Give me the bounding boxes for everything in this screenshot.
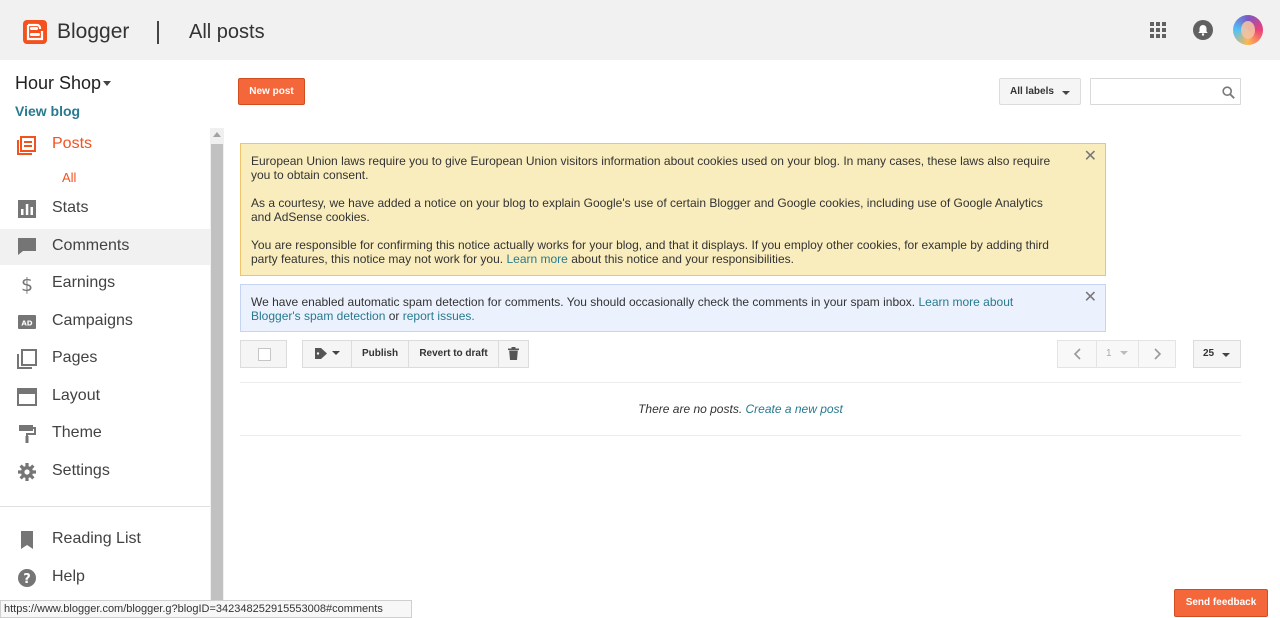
- gear-icon: [18, 463, 36, 481]
- sidebar-item-label: Layout: [52, 387, 101, 404]
- posts-icon: [17, 136, 36, 155]
- dollar-icon: $: [21, 274, 33, 294]
- search-field[interactable]: [1090, 78, 1241, 105]
- sidebar-item-label: Stats: [52, 199, 89, 216]
- chevron-down-icon: [332, 351, 340, 356]
- sidebar-item-campaigns[interactable]: AD Campaigns: [0, 304, 210, 340]
- empty-state: There are no posts. Create a new post: [240, 402, 1241, 416]
- stats-icon: [18, 200, 36, 218]
- comments-icon: [18, 238, 36, 255]
- cookie-notice-paragraph: European Union laws require you to give …: [251, 154, 1051, 182]
- top-bar: Blogger All posts: [0, 0, 1280, 60]
- sidebar-item-reading-list[interactable]: Reading List: [0, 522, 210, 558]
- cookie-notice-paragraph: You are responsible for confirming this …: [251, 238, 1065, 266]
- labels-filter-label: All labels: [1010, 86, 1054, 97]
- campaigns-icon: AD: [18, 315, 36, 329]
- cookie-learn-more-link[interactable]: Learn more: [506, 252, 567, 266]
- paint-roller-icon: [19, 425, 36, 443]
- sidebar-item-theme[interactable]: Theme: [0, 416, 210, 452]
- trash-icon: [508, 346, 519, 360]
- sidebar-item-help[interactable]: ? Help: [0, 560, 210, 596]
- sidebar-scrollbar-thumb[interactable]: [211, 144, 223, 618]
- view-blog-link[interactable]: View blog: [15, 103, 80, 119]
- new-post-button[interactable]: New post: [238, 78, 305, 105]
- posts-per-page-dropdown[interactable]: 25: [1193, 340, 1241, 368]
- chevron-down-icon: [1062, 91, 1070, 95]
- search-input[interactable]: [1095, 83, 1217, 101]
- sidebar-item-settings[interactable]: Settings: [0, 454, 210, 490]
- sidebar-item-posts[interactable]: Posts: [0, 127, 210, 163]
- page-title: All posts: [189, 21, 265, 43]
- pages-icon: [17, 349, 37, 369]
- header-divider: [157, 21, 159, 44]
- sidebar-item-earnings[interactable]: $ Earnings: [0, 266, 210, 302]
- report-issues-link[interactable]: report issues.: [403, 309, 475, 323]
- pagination: 1: [1057, 340, 1176, 368]
- layout-icon: [17, 388, 37, 406]
- sidebar-item-label: Earnings: [52, 274, 116, 291]
- sidebar-item-layout[interactable]: Layout: [0, 379, 210, 415]
- apps-grid-icon[interactable]: [1150, 22, 1166, 38]
- page-number: 1: [1106, 348, 1112, 359]
- svg-text:?: ?: [23, 572, 31, 587]
- sidebar-item-stats[interactable]: Stats: [0, 191, 210, 227]
- spam-notice-or: or: [388, 309, 400, 323]
- delete-button[interactable]: [498, 340, 529, 368]
- help-icon: ?: [18, 569, 36, 587]
- select-all-checkbox[interactable]: [240, 340, 287, 368]
- sidebar-item-label: Pages: [52, 349, 98, 366]
- checkbox[interactable]: [258, 348, 271, 361]
- svg-text:AD: AD: [21, 320, 32, 328]
- cookie-notice: European Union laws require you to give …: [240, 143, 1106, 276]
- empty-state-text: There are no posts.: [638, 402, 743, 416]
- labels-filter-dropdown[interactable]: All labels: [999, 78, 1081, 105]
- sidebar-item-comments[interactable]: Comments: [0, 229, 210, 265]
- chevron-left-icon: [1073, 348, 1081, 360]
- scroll-up-arrow-icon[interactable]: [213, 132, 221, 137]
- sidebar-item-label: Theme: [52, 424, 102, 441]
- blog-name[interactable]: Hour Shop: [15, 73, 101, 94]
- revert-to-draft-button[interactable]: Revert to draft: [408, 340, 499, 368]
- sidebar-item-label: Help: [52, 568, 85, 585]
- svg-text:$: $: [21, 274, 33, 294]
- chevron-down-icon: [1222, 353, 1230, 357]
- page-select[interactable]: 1: [1096, 341, 1139, 367]
- bookmark-icon: [21, 531, 33, 549]
- sidebar-item-label: Settings: [52, 462, 110, 479]
- publish-button[interactable]: Publish: [351, 340, 409, 368]
- send-feedback-button[interactable]: Send feedback: [1174, 589, 1268, 617]
- cookie-notice-paragraph: As a courtesy, we have added a notice on…: [251, 196, 1043, 224]
- brand-name[interactable]: Blogger: [57, 20, 129, 44]
- create-new-post-link[interactable]: Create a new post: [746, 402, 843, 416]
- previous-page-button[interactable]: [1058, 341, 1096, 367]
- list-divider: [240, 435, 1241, 436]
- per-page-value: 25: [1203, 348, 1215, 359]
- sidebar-item-label: Posts: [52, 135, 93, 152]
- list-divider: [240, 382, 1241, 383]
- label-tag-icon: [315, 347, 327, 359]
- search-icon[interactable]: [1222, 86, 1235, 99]
- sidebar-divider: [0, 506, 210, 507]
- cookie-notice-tail: about this notice and your responsibilit…: [571, 252, 794, 266]
- spam-notice-text: We have enabled automatic spam detection…: [251, 295, 916, 309]
- spam-notice: We have enabled automatic spam detection…: [240, 284, 1106, 332]
- close-icon[interactable]: ✕: [1084, 289, 1097, 305]
- user-avatar[interactable]: [1233, 15, 1263, 45]
- sidebar-item-label: Reading List: [52, 530, 141, 547]
- status-bar-url: https://www.blogger.com/blogger.g?blogID…: [0, 600, 412, 618]
- sidebar-item-label: Campaigns: [52, 312, 133, 329]
- notifications-icon[interactable]: [1193, 20, 1213, 40]
- label-menu-button[interactable]: [302, 340, 352, 368]
- sidebar-item-pages[interactable]: Pages: [0, 341, 210, 377]
- close-icon[interactable]: ✕: [1084, 148, 1097, 164]
- next-page-button[interactable]: [1139, 341, 1177, 367]
- blogger-logo-icon[interactable]: [23, 20, 47, 44]
- blog-switcher-caret-icon[interactable]: [103, 81, 111, 86]
- sidebar-subitem-all[interactable]: All: [62, 170, 76, 185]
- sidebar-item-label: Comments: [52, 237, 130, 254]
- chevron-right-icon: [1154, 348, 1162, 360]
- chevron-down-icon: [1120, 351, 1129, 356]
